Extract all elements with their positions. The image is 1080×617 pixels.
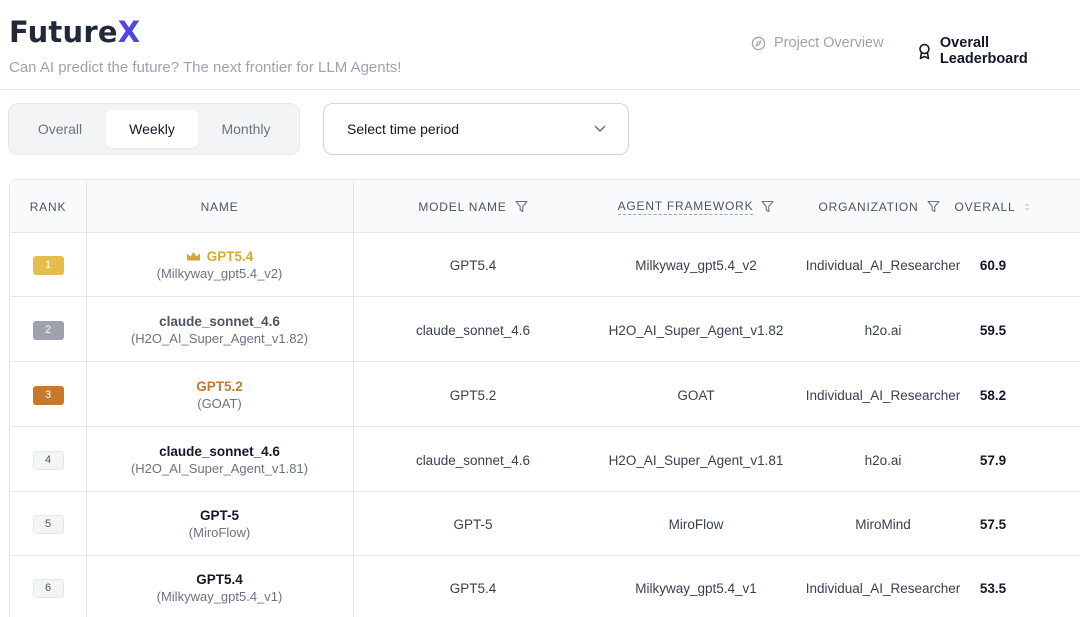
table-row[interactable]: 1 GPT5.4 (Milkyway_gpt5.4_v2) GPT5.4 Mil… <box>10 233 1080 297</box>
model-name-cell: GPT-5 <box>453 516 493 532</box>
table-row[interactable]: 3 GPT5.2 (GOAT) GPT5.2 GOAT Individual_A… <box>10 363 1080 427</box>
crown-icon <box>186 252 200 261</box>
organization-cell: MiroMind <box>855 516 911 532</box>
entry-name: claude_sonnet_4.6 <box>159 314 280 329</box>
model-name-cell: GPT5.2 <box>449 387 497 403</box>
entry-subtitle: (GOAT) <box>197 396 242 411</box>
framework-cell: Milkyway_gpt5.4_v1 <box>635 580 757 596</box>
table-row[interactable]: 5 GPT-5 (MiroFlow) GPT-5 MiroFlow MiroMi… <box>10 492 1080 556</box>
logo[interactable]: FutureX <box>9 15 140 49</box>
entry-name: claude_sonnet_4.6 <box>159 444 280 459</box>
organization-cell: Individual_AI_Researcher <box>805 580 961 596</box>
overall-score: 53.5 <box>979 580 1007 596</box>
nav-overall-leaderboard[interactable]: Overall Leaderboard <box>917 35 1080 67</box>
entry-subtitle: (H2O_AI_Super_Agent_v1.81) <box>130 461 309 476</box>
column-model-name[interactable]: Model Name <box>353 180 593 233</box>
filter-icon[interactable] <box>926 200 940 213</box>
rank-badge: 3 <box>32 385 64 405</box>
filter-icon[interactable] <box>515 200 528 213</box>
column-name: Name <box>200 199 239 214</box>
framework-cell: Milkyway_gpt5.4_v2 <box>635 257 757 273</box>
overall-score: 57.5 <box>979 516 1007 532</box>
framework-cell: H2O_AI_Super_Agent_v1.82 <box>608 322 784 338</box>
entry-name: GPT5.4 <box>206 249 254 264</box>
entry-name: GPT5.4 <box>196 572 243 587</box>
column-overall[interactable]: Overall <box>948 180 1038 233</box>
tab-overall[interactable]: Overall <box>14 110 106 148</box>
tab-monthly[interactable]: Monthly <box>198 110 294 148</box>
rank-badge: 6 <box>32 578 64 598</box>
overall-score: 58.2 <box>979 387 1007 403</box>
column-organization[interactable]: Organization <box>799 180 959 233</box>
sort-icon[interactable] <box>1023 201 1031 213</box>
model-name-cell: claude_sonnet_4.6 <box>415 452 531 468</box>
table-row[interactable]: 4 claude_sonnet_4.6 (H2O_AI_Super_Agent_… <box>10 428 1080 492</box>
entry-subtitle: (Milkyway_gpt5.4_v1) <box>156 589 283 604</box>
table-row[interactable]: 2 claude_sonnet_4.6 (H2O_AI_Super_Agent_… <box>10 298 1080 362</box>
entry-subtitle: (MiroFlow) <box>188 525 251 540</box>
nav-project-overview[interactable]: Project Overview <box>751 35 884 51</box>
column-agent-framework[interactable]: Agent Framework <box>593 180 799 233</box>
framework-cell: GOAT <box>677 387 715 403</box>
model-name-cell: claude_sonnet_4.6 <box>415 322 531 338</box>
column-rank: Rank <box>29 199 67 214</box>
select-placeholder: Select time period <box>347 121 460 137</box>
organization-cell: h2o.ai <box>864 452 902 468</box>
period-tabs: Overall Weekly Monthly <box>8 103 300 155</box>
organization-cell: Individual_AI_Researcher <box>805 387 961 403</box>
tab-weekly[interactable]: Weekly <box>106 110 198 148</box>
rank-badge: 4 <box>32 450 64 470</box>
overall-score: 57.9 <box>979 452 1007 468</box>
entry-name: GPT5.2 <box>196 379 243 394</box>
overall-score: 60.9 <box>979 257 1007 273</box>
entry-name: GPT-5 <box>199 508 239 523</box>
chevron-down-icon <box>594 125 606 132</box>
compass-icon <box>751 36 766 50</box>
model-name-cell: GPT5.4 <box>449 580 497 596</box>
leaderboard-table: Rank Name Model Name Agent Framework Org… <box>9 179 1080 617</box>
entry-subtitle: (Milkyway_gpt5.4_v2) <box>156 266 283 281</box>
model-name-cell: GPT5.4 <box>449 257 497 273</box>
tagline: Can AI predict the future? The next fron… <box>9 59 402 76</box>
page-header: FutureX Can AI predict the future? The n… <box>0 0 1080 90</box>
framework-cell: MiroFlow <box>668 516 724 532</box>
table-row[interactable]: 6 GPT5.4 (Milkyway_gpt5.4_v1) GPT5.4 Mil… <box>10 556 1080 617</box>
time-period-select[interactable]: Select time period <box>323 103 629 155</box>
table-header: Rank Name Model Name Agent Framework Org… <box>10 180 1080 233</box>
rank-badge: 5 <box>32 514 64 534</box>
award-icon <box>919 43 930 59</box>
organization-cell: h2o.ai <box>864 322 902 338</box>
organization-cell: Individual_AI_Researcher <box>805 257 961 273</box>
entry-subtitle: (H2O_AI_Super_Agent_v1.82) <box>130 331 309 346</box>
filter-icon[interactable] <box>761 200 774 213</box>
framework-cell: H2O_AI_Super_Agent_v1.81 <box>608 452 784 468</box>
overall-score: 59.5 <box>979 322 1007 338</box>
rank-badge: 2 <box>32 320 64 340</box>
rank-badge: 1 <box>32 255 64 275</box>
